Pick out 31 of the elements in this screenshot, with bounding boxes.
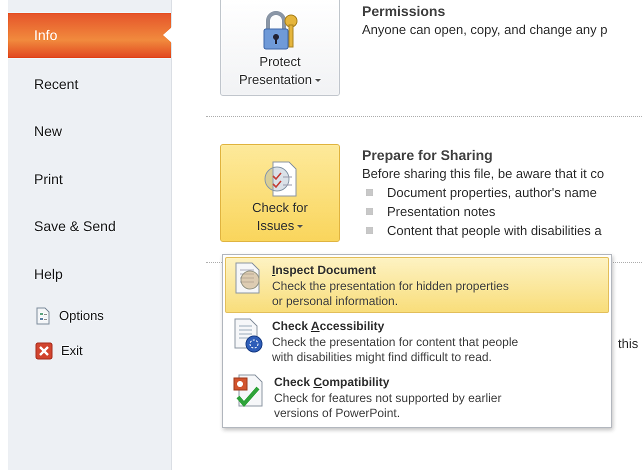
document-icon: [35, 306, 51, 324]
options-command[interactable]: Options: [8, 298, 171, 333]
sidebar-tab[interactable]: Help: [8, 250, 171, 298]
menu-item-title: Check Accessibility: [272, 318, 386, 335]
menu-item-description: Check the presentation for hidden properties or personal information.: [272, 279, 509, 309]
section-description: Before sharing this file, be aware that it co: [362, 165, 604, 184]
section-title: Permissions: [362, 3, 446, 20]
dropdown-menu-item[interactable]: Check Compatibility Check for features not supported by earlier versions of PowerPoint.: [225, 369, 609, 425]
bullet-text: Document properties, author's name: [387, 184, 597, 202]
bullet-icon: [366, 227, 373, 234]
exit-command[interactable]: Exit: [8, 333, 171, 368]
check-issues-button[interactable]: Check for Issues: [220, 144, 340, 242]
sidebar-tab[interactable]: Recent: [8, 60, 171, 108]
protect-button[interactable]: Protect Presentation: [220, 0, 340, 96]
section-description: Anyone can open, copy, and change any p: [362, 21, 608, 40]
bullet-icon: [366, 189, 373, 196]
section-title: Prepare for Sharing: [362, 147, 494, 164]
menu-item-description: Check the presentation for content that people with disabilities might find difficult to read.: [272, 335, 518, 365]
sidebar-tab[interactable]: Save & Send: [8, 203, 171, 250]
close-icon: [35, 342, 53, 360]
sidebar-tab[interactable]: Print: [8, 156, 171, 203]
description-text: this: [618, 335, 638, 353]
bullet-icon: [366, 208, 373, 216]
dropdown-menu-item[interactable]: Check Accessibility Check the presentation for content that people with disabilities might find difficult to read.: [225, 313, 609, 369]
menu-item-description: Check for features not supported by earlier versions of PowerPoint.: [274, 391, 502, 421]
bullet-text: Content that people with disabilities a: [387, 222, 602, 240]
dropdown-menu-item[interactable]: Inspect Document Check the presentation for hidden properties or personal information.: [225, 257, 609, 313]
sidebar-tab[interactable]: New: [8, 108, 171, 156]
bullet-text: Presentation notes: [387, 203, 496, 222]
menu-item-title: Inspect Document: [272, 262, 378, 279]
menu-item-title: Check Compatibility: [274, 374, 390, 391]
